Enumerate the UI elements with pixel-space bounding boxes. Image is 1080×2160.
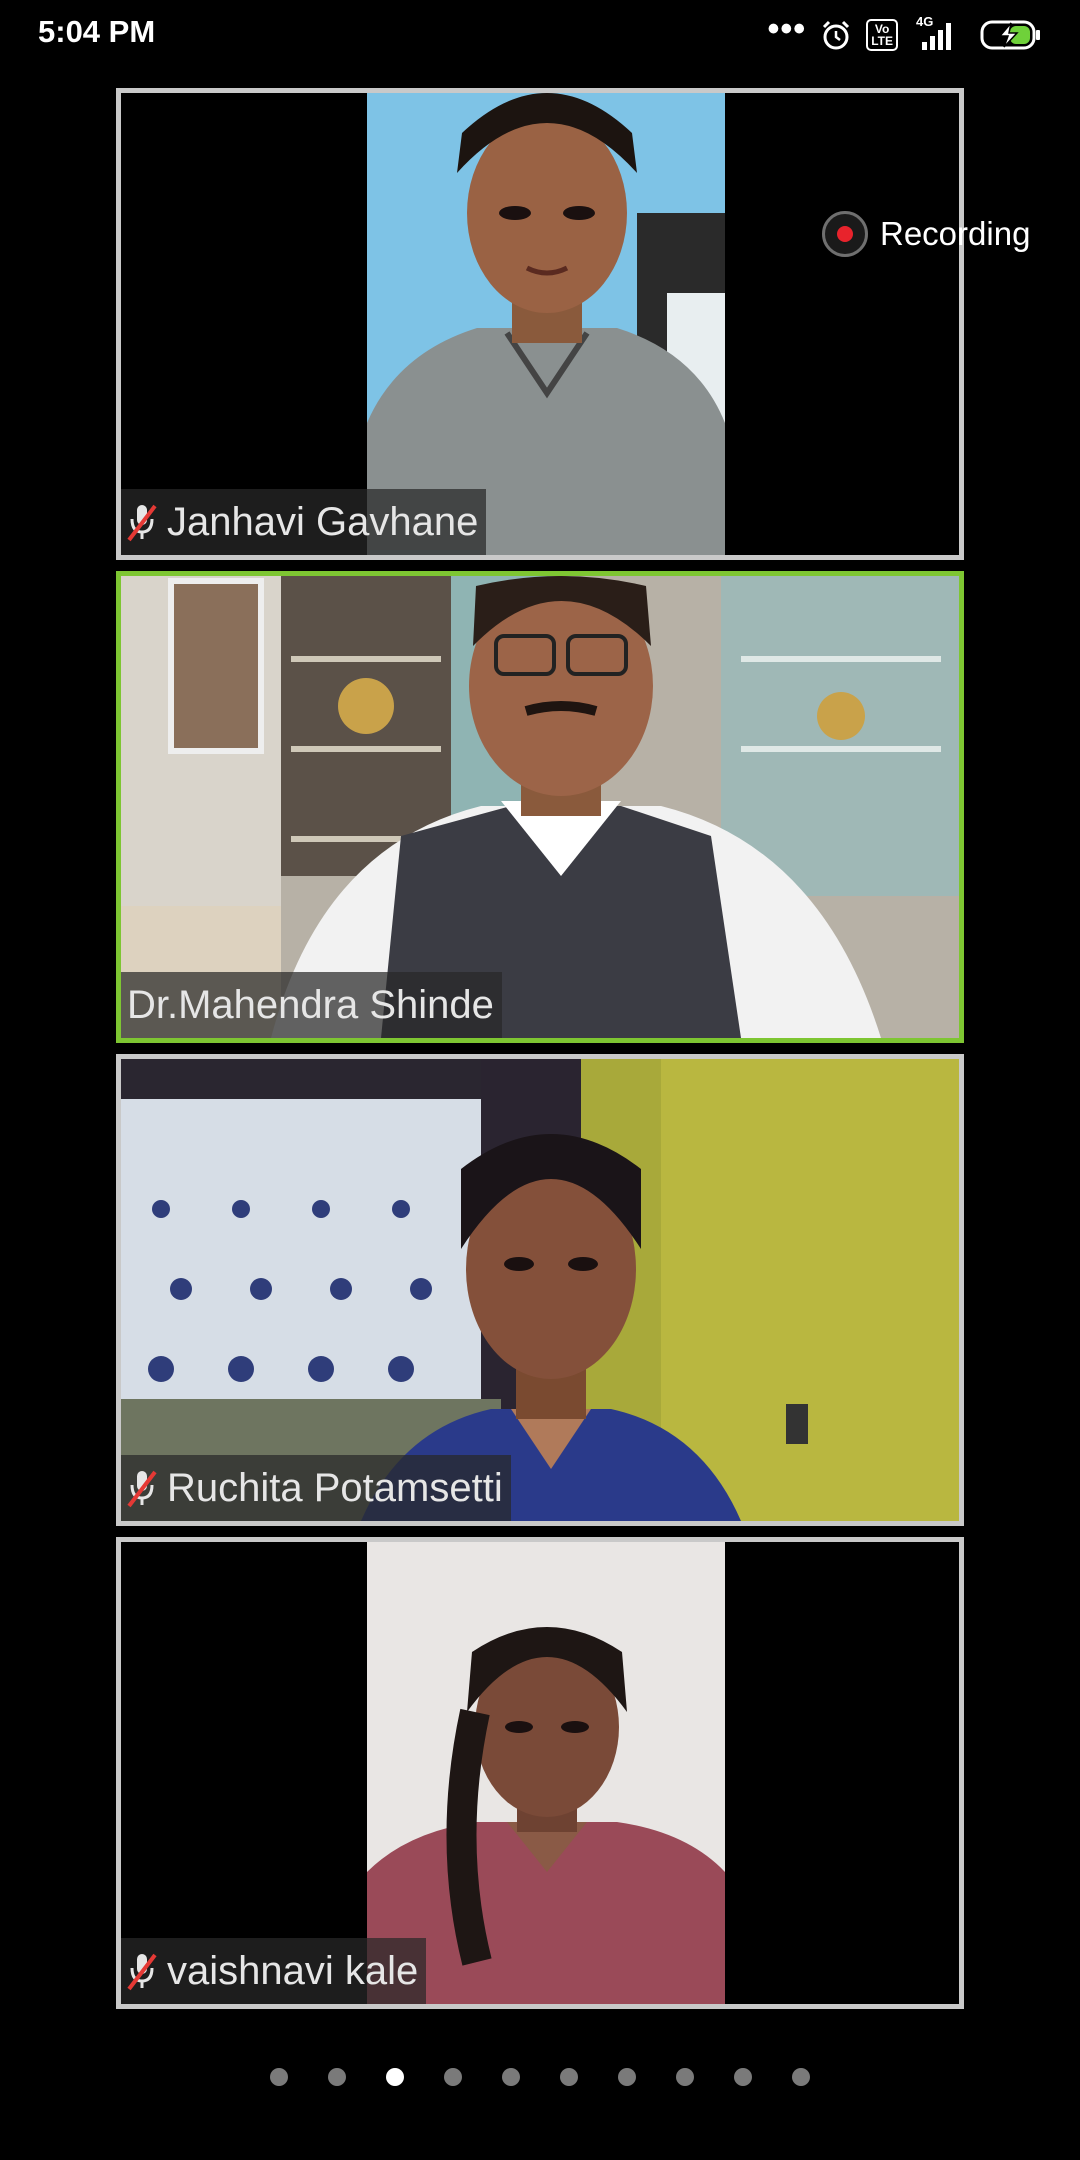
mic-muted-icon — [127, 1470, 157, 1508]
page-dot[interactable] — [734, 2068, 752, 2086]
mic-muted-icon — [127, 1953, 157, 1991]
video-tile-vaishnavi[interactable]: vaishnavi kale — [116, 1537, 964, 2009]
participant-name: vaishnavi kale — [167, 1948, 419, 1993]
status-icons: ••• Vo LTE 4G — [767, 10, 1043, 56]
record-icon — [822, 211, 868, 257]
participant-nameplate: vaishnavi kale — [121, 1938, 427, 2004]
participant-name: Dr.Mahendra Shinde — [127, 982, 494, 1027]
page-dot[interactable] — [560, 2068, 578, 2086]
page-dot[interactable] — [328, 2068, 346, 2086]
page-dot-current[interactable] — [386, 2068, 404, 2086]
alarm-icon — [823, 20, 850, 50]
status-bar: 5:04 PM ••• Vo LTE 4G — [0, 0, 1080, 70]
video-tile-janhavi[interactable]: Janhavi Gavhane — [116, 88, 964, 560]
participant-video — [121, 576, 959, 1038]
page-dot[interactable] — [444, 2068, 462, 2086]
page-dot[interactable] — [502, 2068, 520, 2086]
participant-nameplate: Ruchita Potamsetti — [121, 1455, 511, 1521]
participant-nameplate: Dr.Mahendra Shinde — [121, 972, 502, 1038]
page-dot[interactable] — [618, 2068, 636, 2086]
more-dots-icon: ••• — [767, 10, 807, 48]
participant-video — [367, 1542, 725, 2004]
recording-indicator: Recording — [822, 208, 1030, 260]
participant-video — [121, 1059, 959, 1521]
video-tile-ruchita[interactable]: Ruchita Potamsetti — [116, 1054, 964, 1526]
mic-muted-icon — [127, 504, 157, 542]
page-indicator[interactable] — [0, 2068, 1080, 2086]
participant-name: Janhavi Gavhane — [167, 499, 479, 544]
signal-icon: 4G — [912, 14, 966, 52]
page-dot[interactable] — [676, 2068, 694, 2086]
participant-nameplate: Janhavi Gavhane — [121, 489, 487, 555]
participant-name: Ruchita Potamsetti — [167, 1465, 503, 1510]
video-tile-mahendra[interactable]: Dr.Mahendra Shinde — [116, 571, 964, 1043]
battery-charging-icon — [980, 20, 1040, 50]
page-dot[interactable] — [792, 2068, 810, 2086]
recording-label: Recording — [880, 215, 1031, 252]
participant-video — [367, 93, 725, 555]
clock: 5:04 PM — [38, 14, 156, 49]
volte-icon: Vo LTE — [866, 19, 898, 51]
page-dot[interactable] — [270, 2068, 288, 2086]
